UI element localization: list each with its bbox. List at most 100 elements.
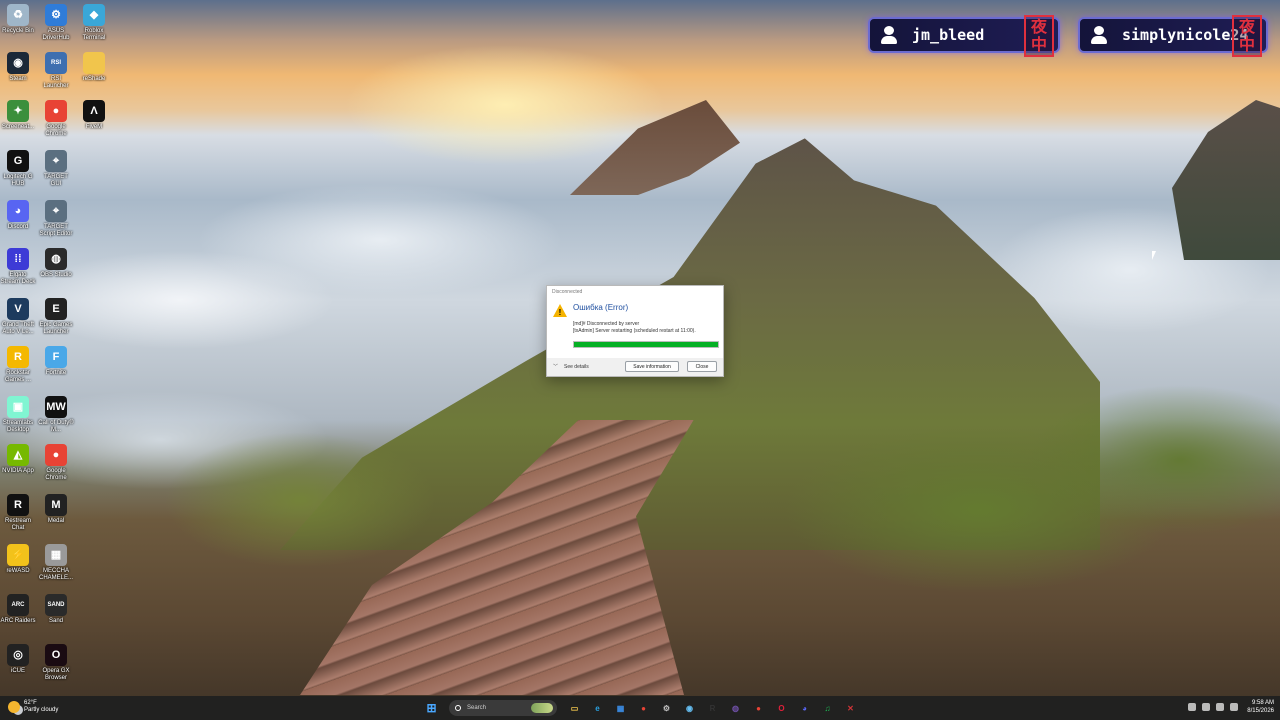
fortnite-icon: F (45, 346, 67, 368)
see-details-toggle[interactable]: ﹀ See details (553, 363, 589, 370)
opera-gx-icon: O (45, 644, 67, 666)
desktop-icon[interactable]: ⚡ reWASD (0, 544, 36, 575)
asus-icon: ⚙ (45, 4, 67, 26)
desktop-icon[interactable]: ◎ iCUE (0, 644, 36, 675)
sand-icon: SAND (45, 594, 67, 616)
desktop-icon[interactable]: RSI RSI Launcher (38, 52, 74, 90)
progress-bar (573, 341, 719, 348)
seal-stamp: 夜中 (1232, 15, 1262, 57)
medal-icon: M (45, 494, 67, 516)
fivem-icon: Λ (83, 100, 105, 122)
desktop-icon[interactable]: R Rockstar Games ... (0, 346, 36, 384)
desktop-icon[interactable]: reShade (76, 52, 112, 83)
logitech-icon: G (7, 150, 29, 172)
weather-widget[interactable]: 62°F Partly cloudy (8, 700, 58, 714)
mouse-cursor (1152, 251, 1156, 260)
epic-icon: E (45, 298, 67, 320)
network-icon[interactable] (1202, 703, 1211, 711)
desktop-icon-label: TARGET GUI (44, 174, 68, 187)
progress-fill (574, 342, 718, 347)
desktop-icon[interactable]: ✦ Screeneat... (0, 100, 36, 131)
edge-icon[interactable]: e (590, 700, 606, 716)
desktop-icon-label: Google Chrome (45, 124, 67, 137)
roblox-icon: ◆ (83, 4, 105, 26)
desktop-icon[interactable]: G Logitech G HUB (0, 150, 36, 188)
desktop-icon-label: Streamlabs Desktop (2, 420, 34, 433)
desktop-icon[interactable]: SAND Sand (38, 594, 74, 625)
file-explorer-icon[interactable]: ▭ (567, 700, 583, 716)
search-icon (455, 705, 461, 711)
disconnected-dialog: Disconnected ! Ошибка (Error) [md]# Disc… (546, 285, 724, 377)
desktop-icon[interactable]: E Epic Games Launcher (38, 298, 74, 336)
desktop-icon[interactable]: R Restream Chat (0, 494, 36, 532)
desktop-icon[interactable]: ◆ Roblox Terminal (76, 4, 112, 42)
desktop-icon-label: iCUE (10, 668, 25, 674)
desktop-icon[interactable]: ● Google Chrome (38, 444, 74, 482)
desktop-icon[interactable]: ▦ MECCHA CHAMELE... (38, 544, 74, 582)
chrome-icon[interactable]: ● (636, 700, 652, 716)
opera-gx-icon[interactable]: O (774, 700, 790, 716)
search-box[interactable]: Search (449, 700, 557, 716)
volume-icon[interactable] (1216, 703, 1225, 711)
taskbar: 62°F Partly cloudy ⊞ Search ▭ e ▦ ● ⚙ ◉ R ◍ ● O ◕ ♫… (0, 696, 1280, 720)
app-icon: ✦ (7, 100, 29, 122)
desktop-icon-label: ARC Raiders (0, 618, 36, 624)
desktop-icon-label: NVIDIA App (2, 468, 34, 474)
desktop-icon[interactable]: V Grand Theft Auto V Le... (0, 298, 36, 336)
chrome-icon: ● (45, 100, 67, 122)
taskbar-center: ⊞ Search ▭ e ▦ ● ⚙ ◉ R ◍ ● O ◕ ♫ ✕ (420, 698, 862, 718)
dialog-message-line-1: [md]# Disconnected by server (573, 321, 640, 327)
desktop-icon-label: Epic Games Launcher (39, 322, 73, 335)
desktop-icon[interactable]: ● Google Chrome (38, 100, 74, 138)
fivem-icon[interactable]: ✕ (843, 700, 859, 716)
desktop-icon[interactable]: ◍ OBS Studio (38, 248, 74, 279)
battery-icon[interactable] (1230, 703, 1239, 711)
desktop-icon[interactable]: ⁞⁞ Elgato Stream Deck (0, 248, 36, 286)
desktop-icon[interactable]: ARC ARC Raiders (0, 594, 36, 625)
desktop-icon[interactable]: ♻ Recycle Bin (0, 4, 36, 35)
steam-icon: ◉ (7, 52, 29, 74)
save-information-button[interactable]: Save information (625, 361, 679, 372)
desktop-icon[interactable]: Λ FiveM (76, 100, 112, 131)
folder-icon (83, 52, 105, 74)
chrome-icon[interactable]: ● (751, 700, 767, 716)
obs-icon[interactable]: ◍ (728, 700, 744, 716)
desktop-icon[interactable]: ⌖ TARGET Script Editor (38, 200, 74, 238)
close-button[interactable]: Close (687, 361, 717, 372)
seal-stamp: 夜中 (1024, 15, 1054, 57)
desktop-icon[interactable]: ◭ NVIDIA App (0, 444, 36, 475)
desktop-icon-label: RSI Launcher (43, 76, 69, 89)
clock-date: 8/15/2026 (1247, 708, 1274, 714)
desktop-icon-label: Medal (47, 518, 65, 524)
start-button[interactable]: ⊞ (424, 700, 440, 716)
nvidia-icon: ◭ (7, 444, 29, 466)
desktop-icon[interactable]: ◕ Discord (0, 200, 36, 231)
partly-cloudy-icon (8, 701, 20, 713)
steam-icon[interactable]: ◉ (682, 700, 698, 716)
rockstar-icon[interactable]: R (705, 700, 721, 716)
desktop-icon[interactable]: O Opera GX Browser (38, 644, 74, 682)
desktop-icon[interactable]: M Medal (38, 494, 74, 525)
desktop-icon[interactable]: ◉ Steam (0, 52, 36, 83)
clock[interactable]: 9:58 AM 8/15/2026 (1247, 699, 1274, 715)
desktop-icon-label: FiveM (85, 124, 103, 130)
store-icon[interactable]: ▦ (613, 700, 629, 716)
desktop-icon-label: Screeneat... (1, 124, 35, 130)
desktop-icon[interactable]: ⚙ ASUS DriverHub (38, 4, 74, 42)
settings-icon[interactable]: ⚙ (659, 700, 675, 716)
dialog-heading: Ошибка (Error) (573, 303, 629, 312)
weather-temp: 62°F (24, 700, 37, 706)
desktop-icon[interactable]: MW Call of Duty® M... (38, 396, 74, 434)
chrome-icon: ● (45, 444, 67, 466)
streamdeck-icon: ⁞⁞ (7, 248, 29, 270)
restream-icon: R (7, 494, 29, 516)
desktop-icon[interactable]: ⌖ TARGET GUI (38, 150, 74, 188)
chevron-up-icon[interactable] (1188, 703, 1197, 711)
discord-icon[interactable]: ◕ (797, 700, 813, 716)
spotify-icon[interactable]: ♫ (820, 700, 836, 716)
desktop-icon-label: Grand Theft Auto V Le... (2, 322, 34, 335)
desktop-icon[interactable]: F Fortnite (38, 346, 74, 377)
arc-raiders-icon: ARC (7, 594, 29, 616)
desktop-icon[interactable]: ▣ Streamlabs Desktop (0, 396, 36, 434)
viewer-badge-1: jm_bleed 夜中 (868, 15, 1060, 57)
